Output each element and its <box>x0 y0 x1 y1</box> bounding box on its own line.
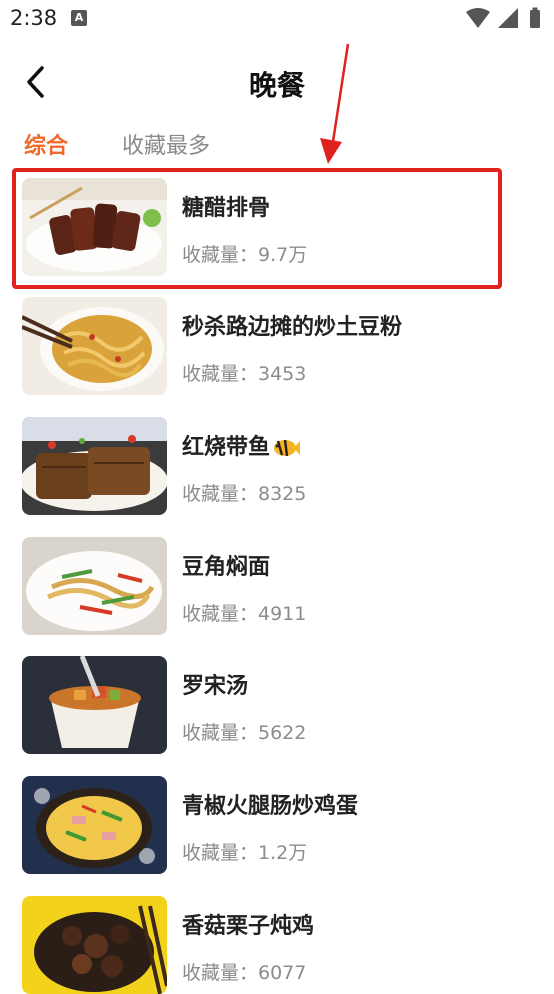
status-bar: 2:38 A <box>0 0 554 40</box>
recipe-thumbnail <box>22 537 167 635</box>
recipe-title: 豆角焖面 <box>182 555 271 580</box>
status-icons <box>464 6 546 32</box>
signal-icon <box>498 8 518 28</box>
recipe-favorite-count: 收藏量：4911 <box>182 603 307 625</box>
header: 晚餐 <box>0 50 554 114</box>
recipe-thumbnail <box>22 178 167 276</box>
recipe-thumbnail <box>22 417 167 515</box>
recipe-favorite-count: 收藏量：8325 <box>182 483 307 505</box>
recipe-favorite-count: 收藏量：5622 <box>182 722 307 744</box>
page-title: 晚餐 <box>248 69 305 102</box>
recipe-title: 青椒火腿肠炒鸡蛋 <box>182 794 359 819</box>
recipe-title: 糖醋排骨 <box>182 196 271 221</box>
recipe-favorite-count: 收藏量：1.2万 <box>182 842 308 864</box>
recipe-title: 香菇栗子炖鸡 <box>182 914 315 939</box>
tab-most-favorited[interactable]: 收藏最多 <box>122 128 210 160</box>
recipe-item-braised-hairtail[interactable]: 红烧带鱼 收藏量：8325 <box>22 415 522 515</box>
battery-icon <box>530 7 540 28</box>
recipe-item-bean-noodles[interactable]: 豆角焖面 收藏量：4911 <box>22 535 522 635</box>
recipe-item-mushroom-chestnut-chicken[interactable]: 香菇栗子炖鸡 收藏量：6077 <box>22 894 522 994</box>
app-notification-icon: A <box>71 10 87 26</box>
status-time: 2:38 <box>10 6 58 30</box>
fish-icon <box>274 439 301 457</box>
recipe-favorite-count: 收藏量：9.7万 <box>182 244 308 266</box>
recipe-favorite-count: 收藏量：3453 <box>182 363 307 385</box>
recipe-thumbnail <box>22 656 167 754</box>
recipe-title: 罗宋汤 <box>182 674 249 699</box>
recipe-item-pepper-ham-egg[interactable]: 青椒火腿肠炒鸡蛋 收藏量：1.2万 <box>22 774 522 874</box>
recipe-item-sweet-sour-ribs[interactable]: 糖醋排骨 收藏量：9.7万 <box>22 176 522 276</box>
wifi-icon <box>466 8 490 28</box>
tab-comprehensive[interactable]: 综合 <box>24 128 68 160</box>
recipe-title: 红烧带鱼 <box>182 429 301 461</box>
recipe-title-text: 红烧带鱼 <box>182 435 271 460</box>
recipe-item-fried-potato-noodles[interactable]: 秒杀路边摊的炒土豆粉 收藏量：3453 <box>22 295 522 395</box>
recipe-thumbnail <box>22 896 167 994</box>
recipe-thumbnail <box>22 776 167 874</box>
recipe-title: 秒杀路边摊的炒土豆粉 <box>182 315 403 340</box>
recipe-thumbnail <box>22 297 167 395</box>
recipe-item-borscht[interactable]: 罗宋汤 收藏量：5622 <box>22 654 522 754</box>
recipe-favorite-count: 收藏量：6077 <box>182 962 307 984</box>
